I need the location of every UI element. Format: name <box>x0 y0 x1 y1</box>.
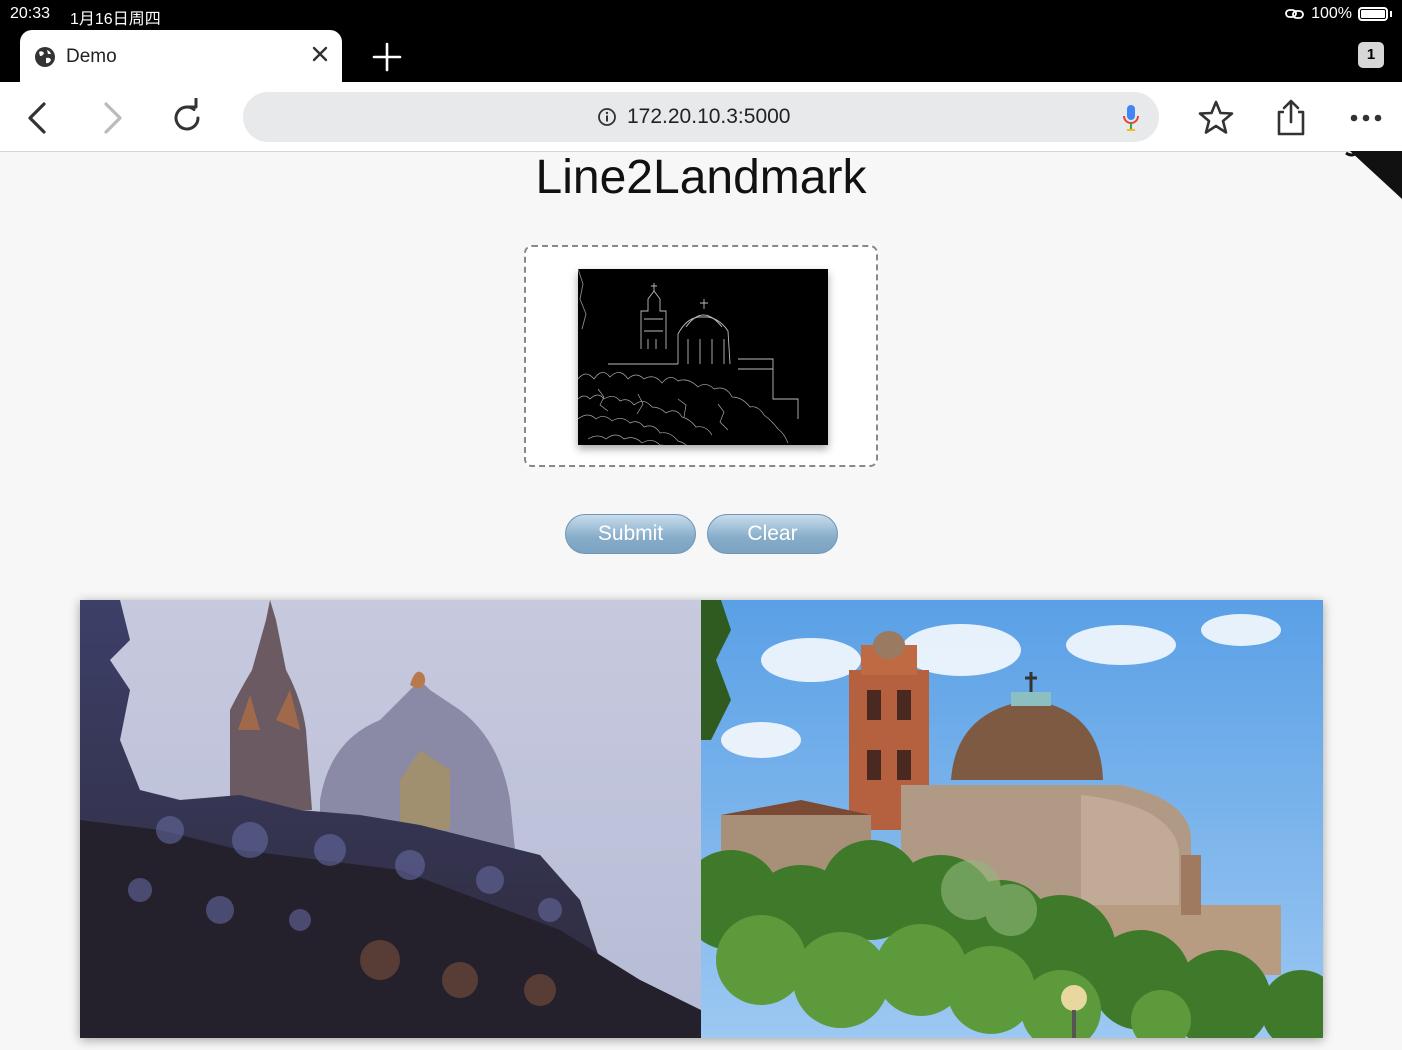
edge-sketch-image <box>578 269 828 445</box>
results-panel <box>80 600 1323 1038</box>
battery-percent: 100% <box>1311 5 1352 22</box>
globe-icon <box>35 47 55 67</box>
info-icon[interactable] <box>597 107 617 127</box>
status-time: 20:33 <box>10 5 51 22</box>
clear-button[interactable]: Clear <box>707 514 838 554</box>
status-right: 100% <box>1285 5 1392 23</box>
tab-strip: Demo 1 <box>0 30 1402 82</box>
address-bar[interactable]: 172.20.10.3:5000 <box>243 92 1159 142</box>
bookmark-star-icon[interactable] <box>1196 98 1236 138</box>
status-bar: 20:33 1月16日周四 100% <box>0 0 1402 30</box>
url-text[interactable]: 172.20.10.3:5000 <box>627 105 791 129</box>
browser-tab[interactable]: Demo <box>20 30 342 82</box>
status-date: 1月16日周四 <box>70 11 161 28</box>
back-icon[interactable] <box>18 98 58 138</box>
close-tab-icon[interactable] <box>308 42 332 66</box>
microphone-icon[interactable] <box>1121 103 1141 133</box>
link-icon <box>1285 9 1304 19</box>
battery-icon <box>1358 7 1388 21</box>
reload-icon[interactable] <box>167 98 207 138</box>
reference-photo <box>701 600 1323 1038</box>
battery-nub <box>1390 11 1392 17</box>
tab-title: Demo <box>66 46 117 67</box>
submit-button[interactable]: Submit <box>565 514 696 554</box>
generated-image <box>80 600 701 1038</box>
page-title: Line2Landmark <box>535 151 867 204</box>
share-icon[interactable] <box>1271 98 1311 138</box>
more-icon[interactable] <box>1346 98 1386 138</box>
tab-count-button[interactable]: 1 <box>1358 42 1384 68</box>
forward-icon[interactable] <box>92 98 132 138</box>
sketch-drop-zone[interactable] <box>524 245 878 467</box>
browser-toolbar: 172.20.10.3:5000 <box>0 82 1402 152</box>
new-tab-icon[interactable] <box>370 40 404 74</box>
